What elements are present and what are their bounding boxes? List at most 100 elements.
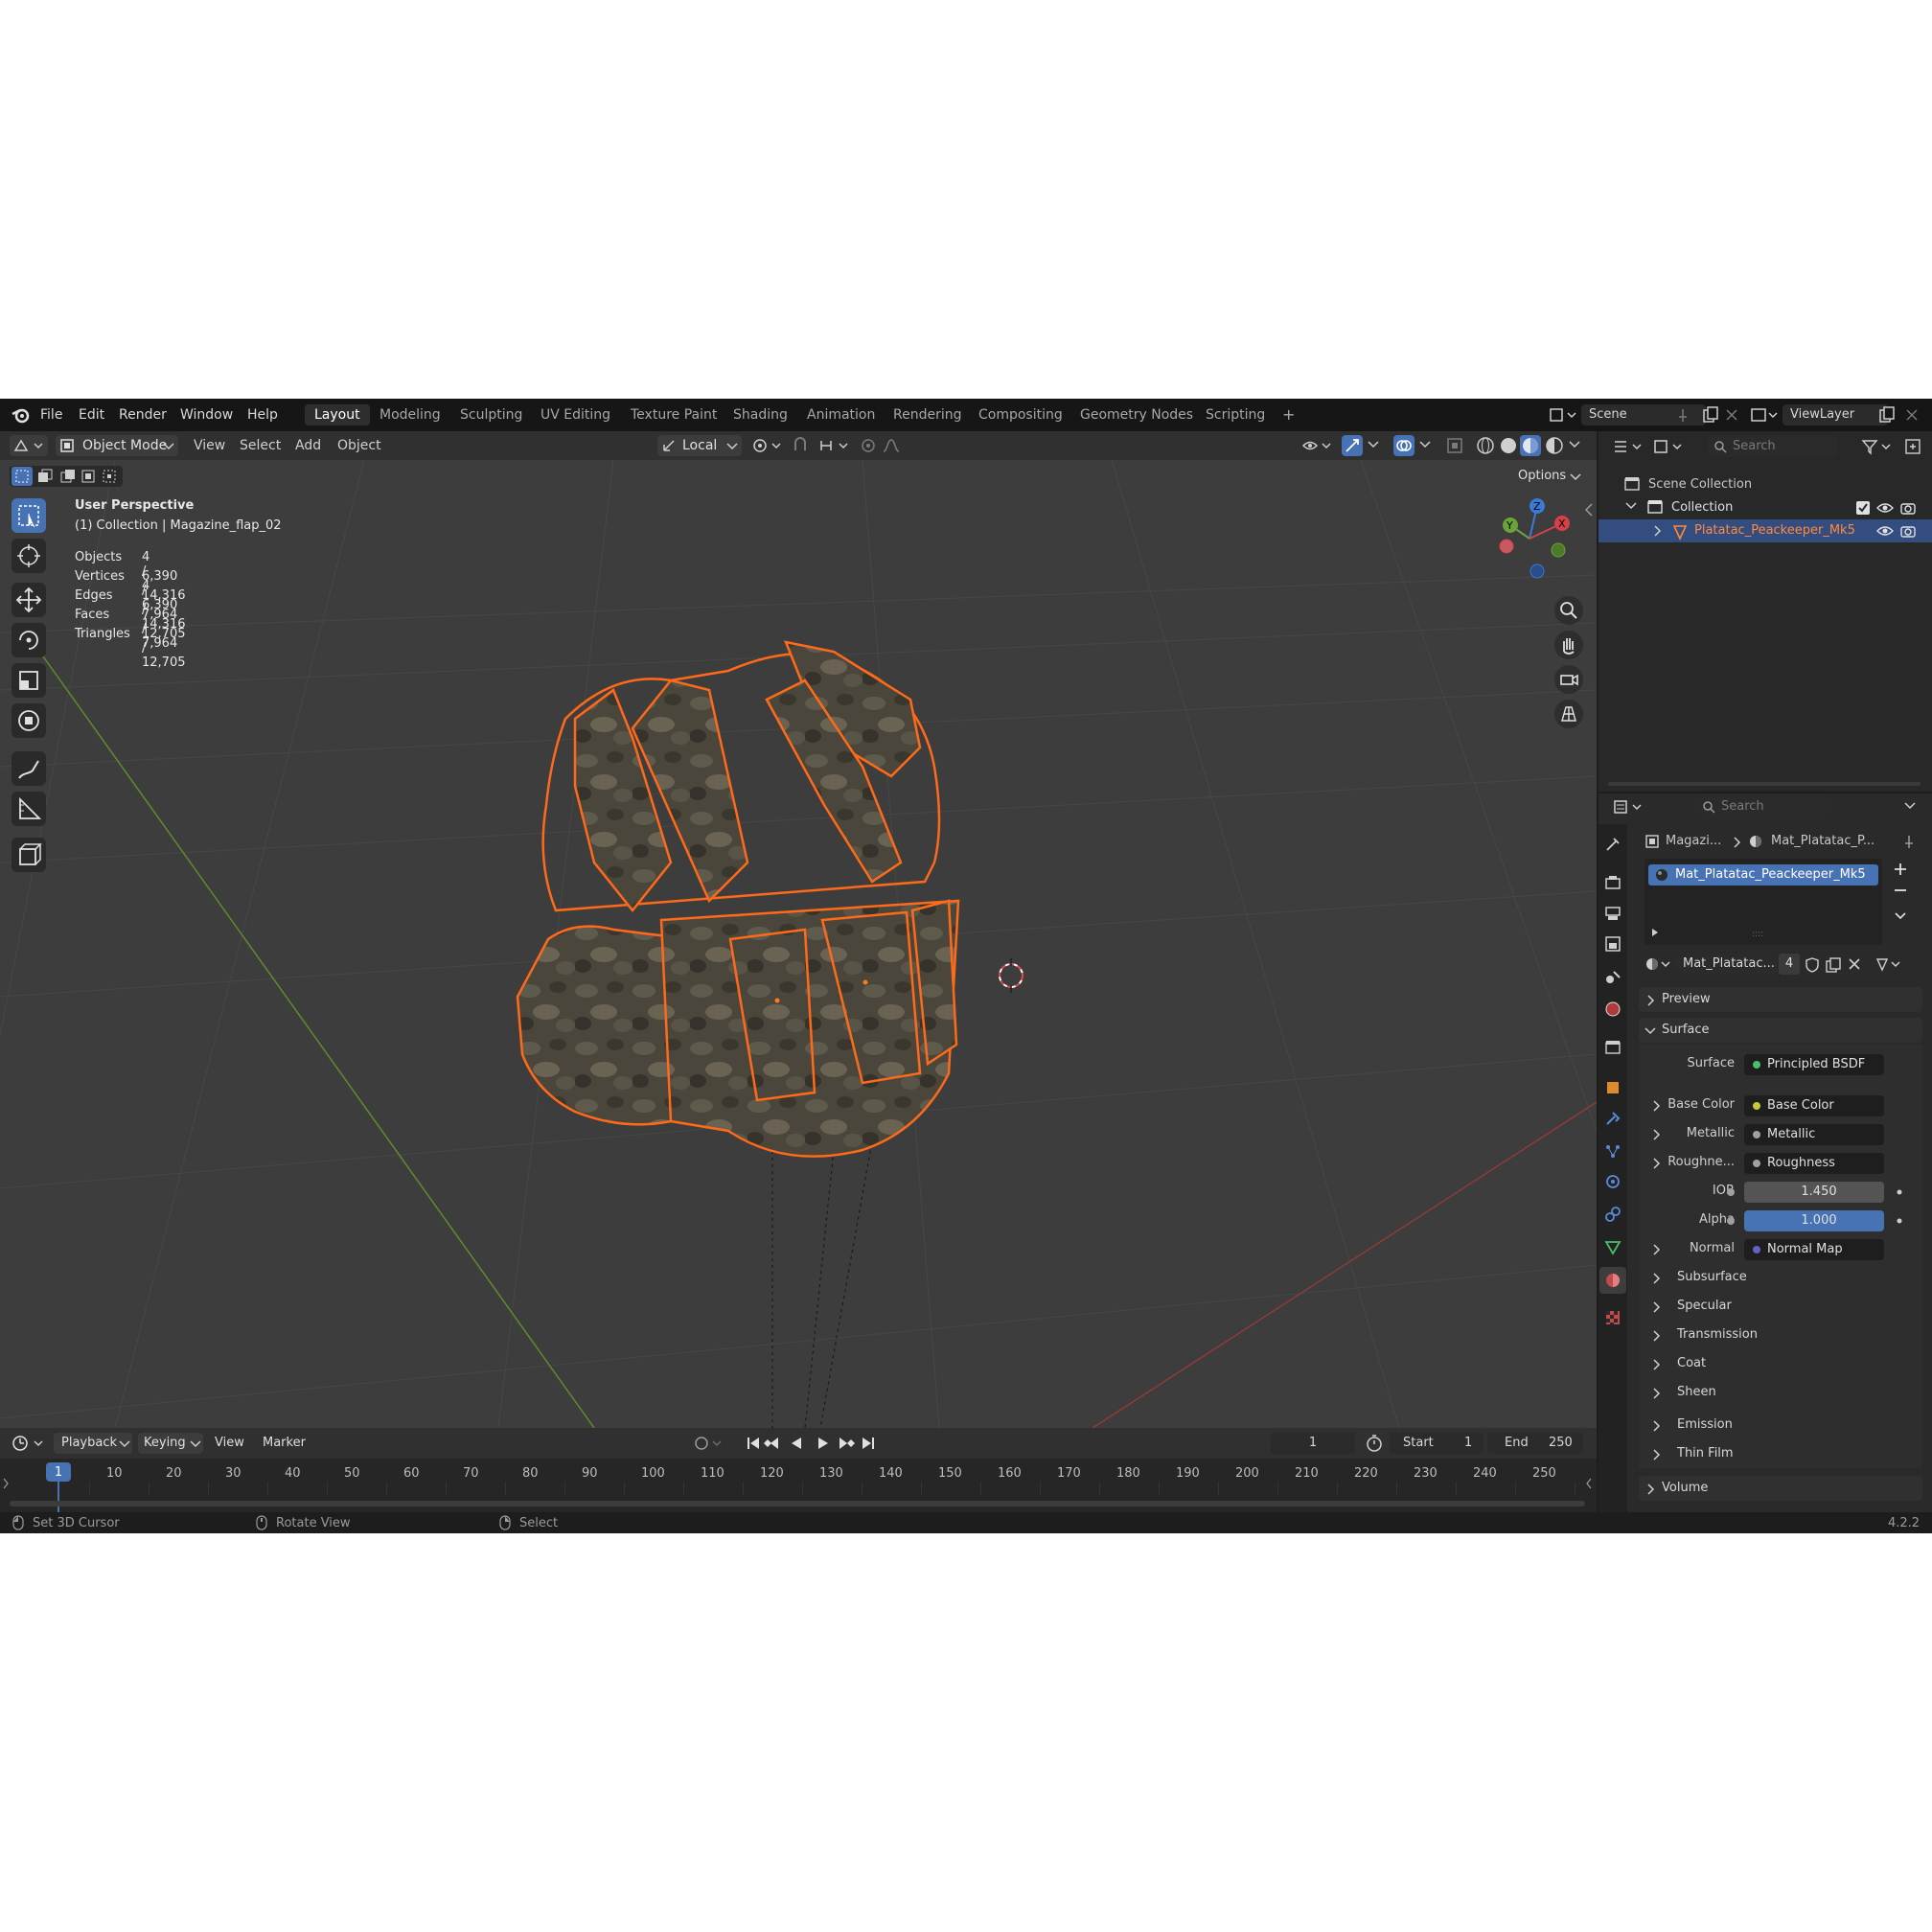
chevron-down-icon[interactable] [1625,500,1637,512]
delete-scene-icon[interactable] [1725,408,1738,422]
frame-ruler[interactable]: 1102030405060708090100110120130140150160… [0,1459,1597,1495]
alpha-field[interactable]: 1.000 [1727,1210,1884,1231]
normal-field[interactable]: Normal Map [1744,1239,1884,1260]
playback-menu[interactable]: Playback [54,1433,132,1454]
gizmo-neg-z[interactable] [1530,564,1545,579]
preview-section-header[interactable]: Preview [1639,987,1922,1012]
collection-label[interactable]: Collection [1671,500,1733,515]
end-frame-field[interactable]: End 250 [1487,1433,1583,1454]
outliner-scrollbar[interactable] [1608,782,1920,786]
eye-icon[interactable] [1876,523,1894,539]
3d-viewport[interactable]: User Perspective (1) Collection | Magazi… [0,460,1597,1428]
new-view-layer-icon[interactable] [1878,406,1896,424]
metallic-field[interactable]: Metallic [1744,1124,1884,1145]
browse-material-icon[interactable] [1644,955,1673,973]
particles-tab-icon[interactable] [1604,1142,1622,1160]
select-intersect-icon[interactable] [100,467,121,486]
display-mode-icon[interactable] [1652,437,1685,456]
xray-toggle-icon[interactable] [1445,436,1464,455]
select-box-tool[interactable] [12,498,46,533]
jump-end-icon[interactable] [862,1438,874,1449]
timeline-view-menu[interactable]: View [215,1436,244,1450]
breadcrumb-material[interactable]: Mat_Platatac_P... [1771,834,1874,848]
menu-add[interactable]: Add [295,438,321,453]
next-keyframe-icon[interactable] [840,1438,855,1449]
play-icon[interactable] [818,1438,828,1449]
chevron-right-icon[interactable] [1652,1273,1662,1284]
chevron-left-icon[interactable] [1585,1478,1593,1489]
surface-section-header[interactable]: Surface [1639,1018,1922,1043]
breadcrumb-object[interactable]: Magazi... [1666,834,1721,848]
gizmo-neg-x[interactable] [1499,539,1514,554]
transmission-subpanel[interactable]: Transmission [1677,1327,1758,1342]
world-tab-icon[interactable] [1604,1000,1622,1018]
texture-tab-icon[interactable] [1604,1309,1622,1326]
gizmo-toggle-button[interactable] [1342,435,1363,456]
tab-shading[interactable]: Shading [724,404,797,426]
transform-orientation-dropdown[interactable]: Local [657,435,742,456]
physics-tab-icon[interactable] [1604,1173,1622,1190]
timeline-marker-menu[interactable]: Marker [263,1436,306,1450]
output-tab-icon[interactable] [1604,905,1622,922]
rotate-tool[interactable] [12,623,46,657]
overlays-toggle-button[interactable] [1393,435,1414,456]
ior-field[interactable]: 1.450 [1727,1182,1884,1203]
select-new-button[interactable] [12,467,33,486]
render-tab-icon[interactable] [1604,874,1622,891]
view-layer-icon[interactable] [1750,406,1779,424]
navigation-gizmo[interactable]: Z Y X [1491,498,1572,585]
volume-section-header[interactable]: Volume [1639,1476,1922,1501]
annotate-tool[interactable] [12,751,46,786]
timeline-scrollbar[interactable] [10,1501,1585,1506]
base-color-field[interactable]: Base Color [1744,1095,1884,1116]
outliner-search-input[interactable]: Search [1708,436,1838,457]
pivot-point-icon[interactable] [751,437,784,454]
menu-help[interactable]: Help [247,407,278,423]
options-dropdown[interactable]: Options [1508,466,1585,487]
scene-collection-label[interactable]: Scene Collection [1648,477,1752,492]
keyframe-dot-icon[interactable] [1896,1188,1903,1196]
tab-sculpting[interactable]: Sculpting [450,404,532,426]
transform-tool[interactable] [12,703,46,738]
collection-tab-icon[interactable] [1604,1039,1622,1056]
material-tab-active[interactable] [1599,1267,1626,1294]
falloff-curve-icon[interactable] [882,437,914,454]
outliner-row-selected[interactable]: Platatac_Peackeeper_Mk5 [1598,519,1932,542]
menu-view[interactable]: View [194,438,225,453]
menu-window[interactable]: Window [180,407,233,423]
checkbox-checked-icon[interactable] [1855,500,1871,516]
solid-shading-icon[interactable] [1499,436,1518,455]
timeline-editor-icon[interactable] [12,1434,46,1453]
chevron-right-icon[interactable] [1652,1359,1662,1370]
thin-film-subpanel[interactable]: Thin Film [1677,1446,1734,1460]
cursor-tool[interactable] [12,539,46,573]
properties-editor-icon[interactable] [1612,797,1644,816]
tool-tab-icon[interactable] [1604,836,1622,853]
chevron-right-icon[interactable] [2,1478,10,1489]
object-name-label[interactable]: Platatac_Peackeeper_Mk5 [1694,523,1855,538]
render-camera-icon[interactable] [1899,523,1917,539]
constraints-tab-icon[interactable] [1604,1206,1622,1223]
surface-shader-field[interactable]: Principled BSDF [1744,1054,1884,1075]
prev-keyframe-icon[interactable] [764,1438,778,1449]
zoom-button[interactable] [1554,596,1583,625]
tab-scripting[interactable]: Scripting [1196,404,1275,426]
expand-arrow-icon[interactable] [1650,928,1660,937]
render-camera-icon[interactable] [1899,500,1917,516]
chevron-down-icon[interactable] [1568,438,1581,451]
object-tab-icon[interactable] [1604,1079,1622,1096]
pin-icon[interactable] [1901,834,1917,849]
outliner-editor-icon[interactable] [1612,437,1644,456]
menu-object[interactable]: Object [337,438,381,453]
chevron-right-icon[interactable] [1652,1449,1662,1460]
pin-icon[interactable] [1675,407,1690,423]
unlink-material-icon[interactable] [1848,957,1861,971]
tab-modeling[interactable]: Modeling [370,404,450,426]
chevron-down-icon[interactable] [1903,799,1917,813]
material-link-icon[interactable] [1874,955,1903,973]
chevron-down-icon[interactable] [1367,438,1380,451]
perspective-toggle-button[interactable] [1554,700,1583,728]
tab-compositing[interactable]: Compositing [969,404,1072,426]
slot-specials-icon[interactable] [1892,907,1909,924]
blender-logo-icon[interactable] [12,405,31,425]
